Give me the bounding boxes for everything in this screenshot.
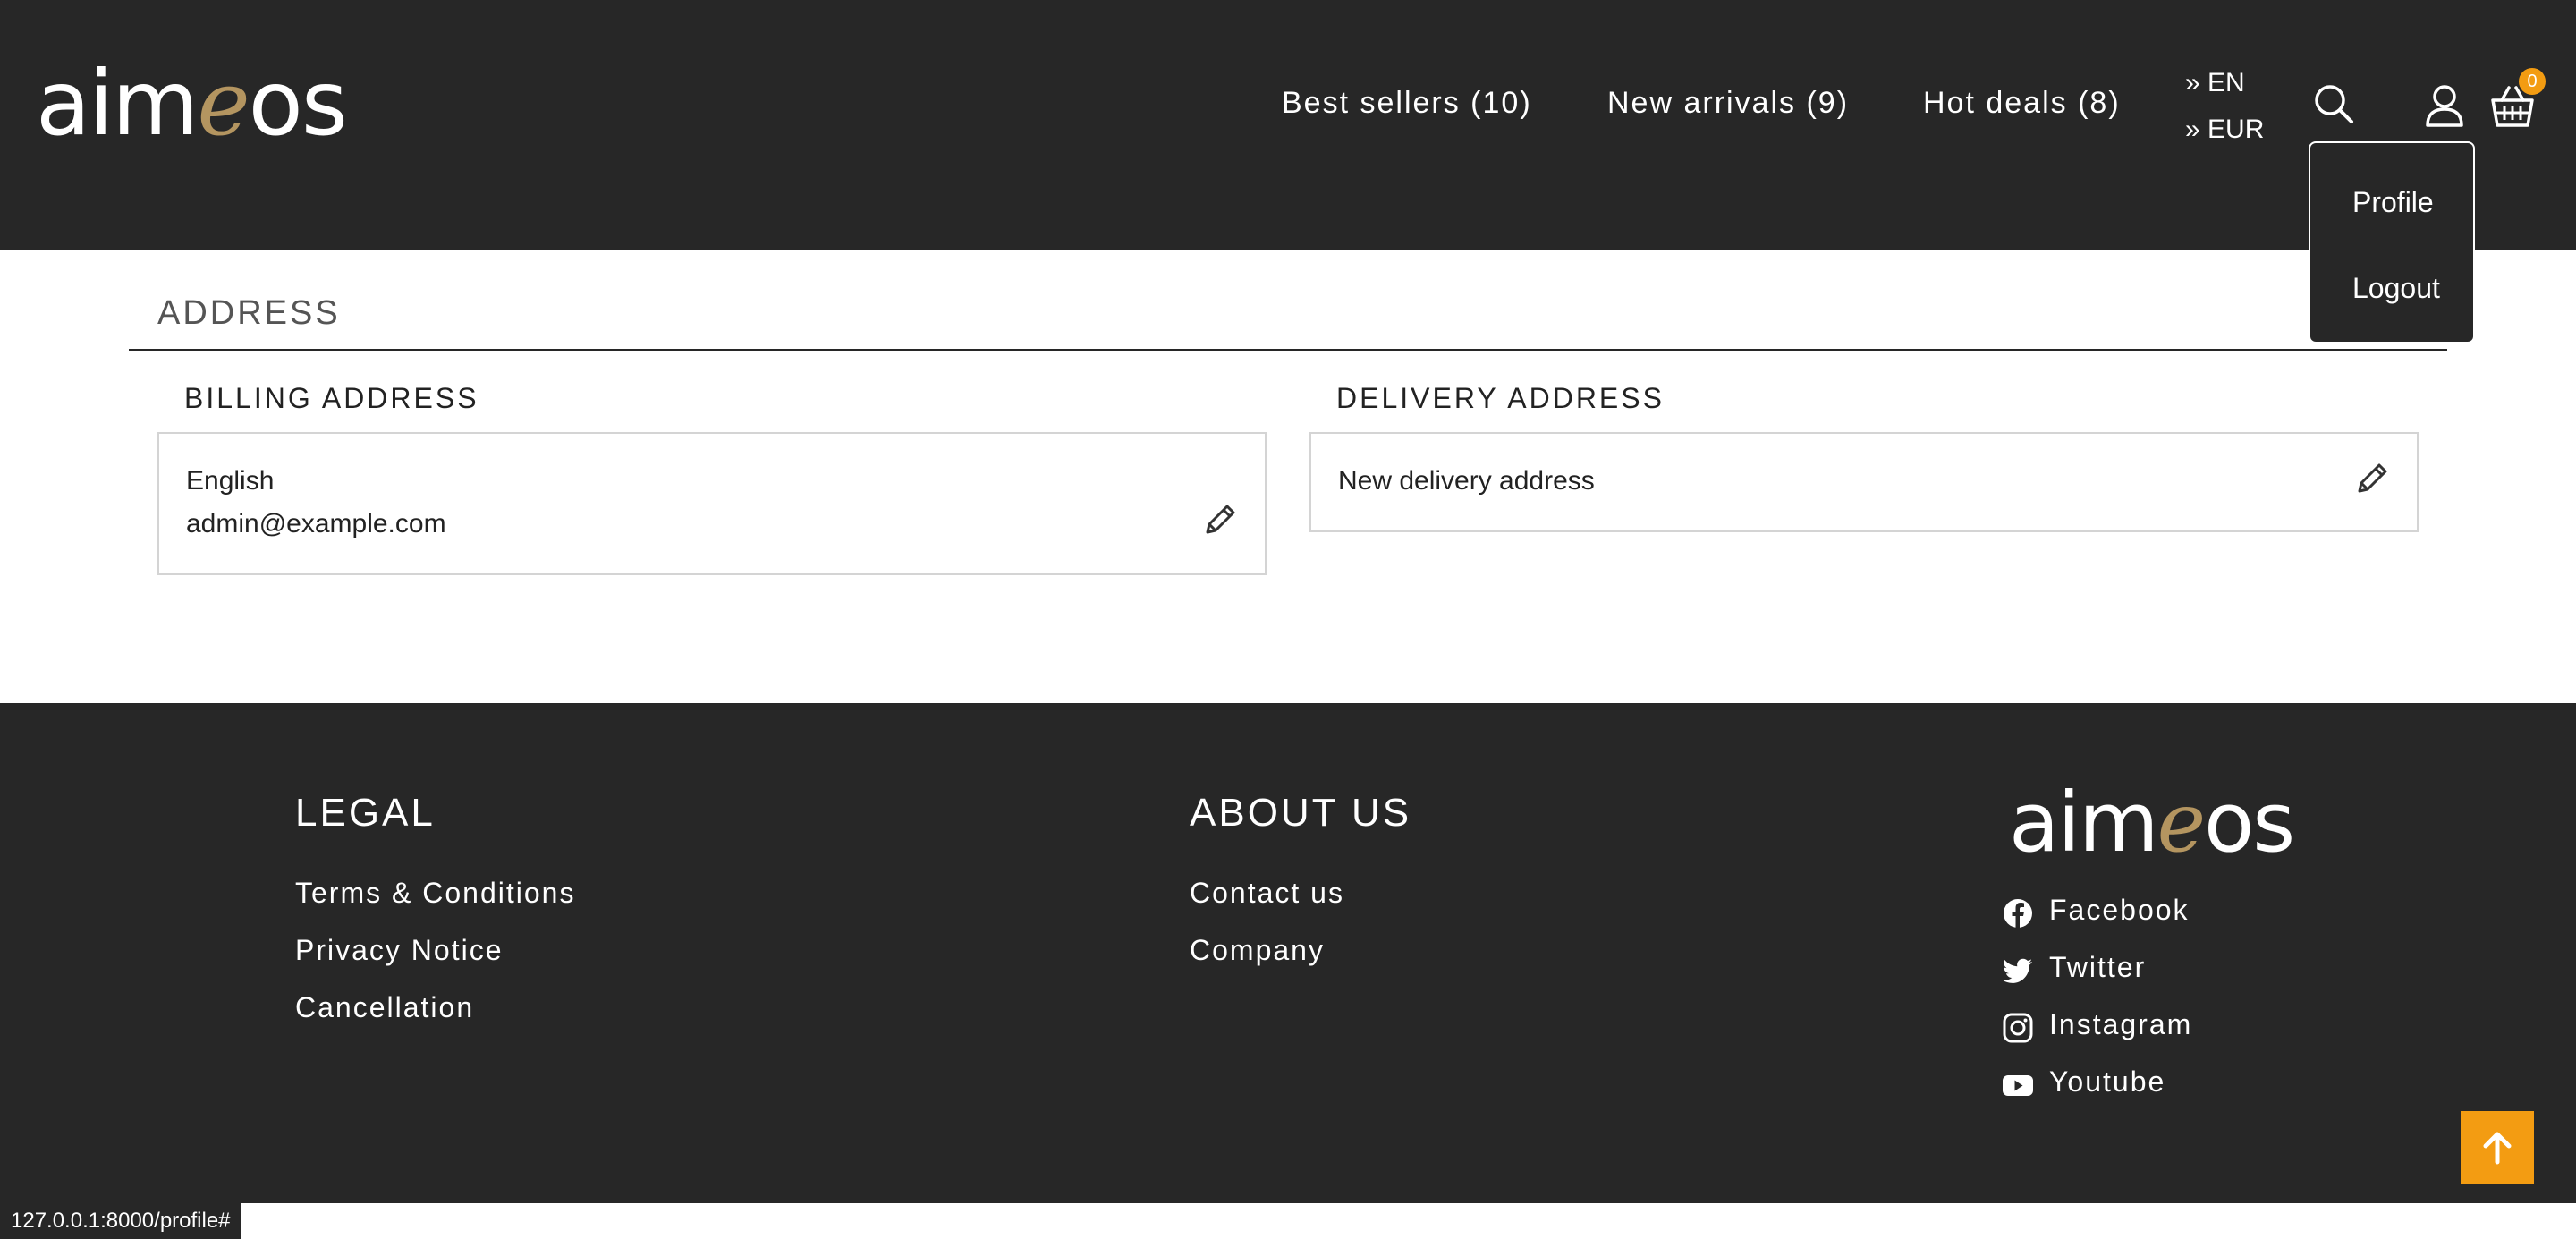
footer-link-company[interactable]: Company — [1190, 936, 1325, 964]
search-icon[interactable] — [2312, 82, 2355, 130]
language-selector[interactable]: » EN — [2185, 70, 2245, 97]
social-label: Youtube — [2049, 1065, 2166, 1098]
logo-text-accent: e — [2157, 775, 2206, 870]
footer-link-contact[interactable]: Contact us — [1190, 878, 1344, 907]
delivery-address-heading: DELIVERY ADDRESS — [1336, 382, 1665, 414]
site-header: aimeos Best sellers (10) New arrivals (9… — [0, 0, 2576, 250]
nav-hot-deals[interactable]: Hot deals (8) — [1923, 88, 2121, 118]
footer-link-cancellation[interactable]: Cancellation — [295, 993, 474, 1022]
title-divider — [129, 349, 2447, 351]
arrow-up-icon — [2483, 1132, 2512, 1165]
pencil-icon[interactable] — [2352, 459, 2392, 503]
site-logo[interactable]: aimeos — [36, 59, 348, 149]
billing-address-line: English — [186, 466, 275, 496]
social-label: Facebook — [2049, 894, 2190, 926]
footer-logo[interactable]: aimeos — [2009, 782, 2295, 864]
page-title: ADDRESS — [157, 294, 341, 332]
instagram-icon — [2003, 1013, 2033, 1043]
pencil-icon[interactable] — [1200, 500, 1240, 544]
logo-text-start: aim — [2009, 775, 2159, 870]
user-icon[interactable] — [2425, 84, 2464, 132]
menu-item-logout[interactable]: Logout — [2352, 274, 2440, 302]
footer-link-terms[interactable]: Terms & Conditions — [295, 878, 575, 907]
menu-item-profile[interactable]: Profile — [2352, 188, 2434, 216]
nav-best-sellers[interactable]: Best sellers (10) — [1282, 88, 1532, 118]
logo-text-end: os — [248, 51, 348, 156]
footer-legal-heading: LEGAL — [295, 791, 436, 835]
currency-selector[interactable]: » EUR — [2185, 116, 2264, 143]
basket-count-badge: 0 — [2519, 68, 2546, 95]
back-to-top-button[interactable] — [2461, 1111, 2534, 1184]
delivery-address-line: New delivery address — [1338, 466, 1595, 496]
billing-address-heading: BILLING ADDRESS — [184, 382, 479, 414]
youtube-icon — [2003, 1075, 2033, 1096]
social-label: Instagram — [2049, 1008, 2193, 1040]
logo-text-start: aim — [36, 51, 199, 156]
footer-about-heading: ABOUT US — [1190, 791, 1412, 835]
delivery-address-card: New delivery address — [1309, 432, 2419, 532]
social-label: Twitter — [2049, 951, 2147, 983]
account-dropdown-menu: Profile Logout — [2309, 141, 2475, 344]
browser-status-url: 127.0.0.1:8000/profile# — [0, 1203, 242, 1239]
billing-address-line: admin@example.com — [186, 509, 446, 539]
statusbar-background — [258, 1203, 2576, 1239]
logo-text-accent: e — [197, 51, 250, 156]
logo-text-end: os — [2204, 775, 2295, 870]
twitter-icon — [2003, 958, 2032, 983]
billing-address-card: English admin@example.com — [157, 432, 1267, 575]
footer-link-privacy[interactable]: Privacy Notice — [295, 936, 504, 964]
facebook-icon — [2004, 899, 2032, 928]
nav-new-arrivals[interactable]: New arrivals (9) — [1607, 88, 1849, 118]
